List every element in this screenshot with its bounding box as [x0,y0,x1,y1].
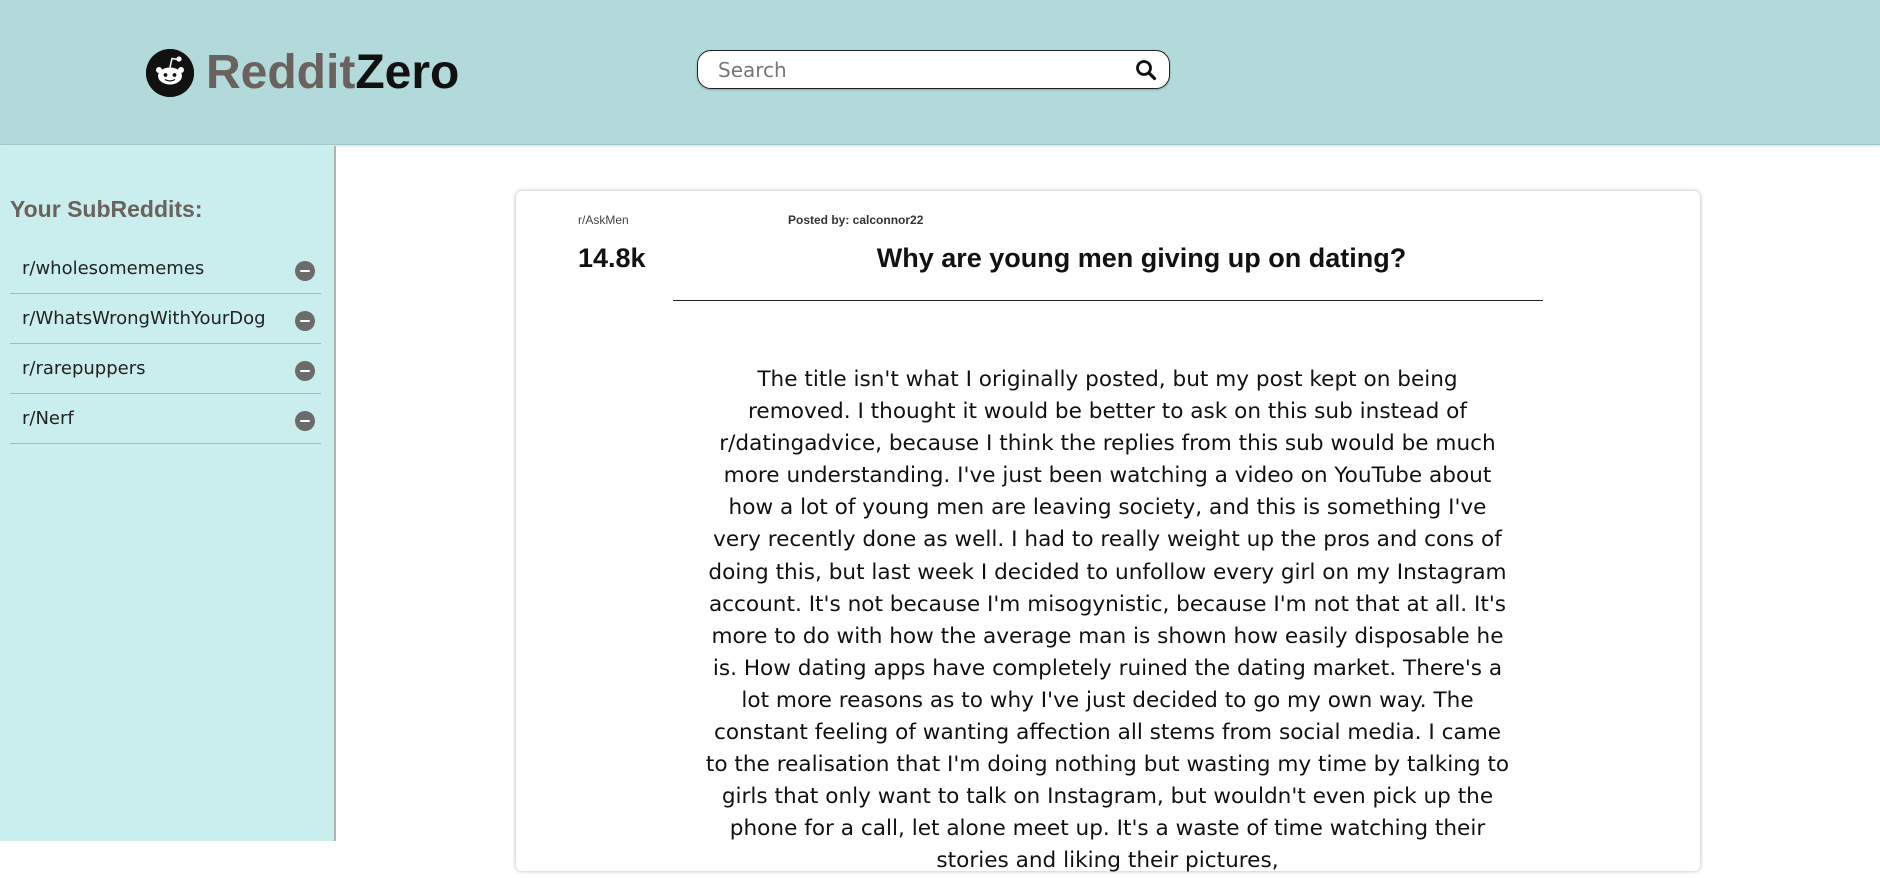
post-vote-count: 14.8k [578,243,646,273]
app-title-zero: Zero [355,46,460,99]
sidebar-item-label[interactable]: r/Nerf [22,408,74,429]
sidebar-title: Your SubReddits: [10,196,203,222]
app-header: RedditZero [0,0,1880,145]
post-divider [673,300,1543,301]
sidebar-item-label[interactable]: r/WhatsWrongWithYourDog [22,308,266,329]
app-logo[interactable]: RedditZero [146,45,459,101]
sidebar-item-rarepuppers[interactable]: r/rarepuppers [10,344,321,394]
magnifier-icon [1136,59,1157,80]
reddit-alien-icon [146,49,194,97]
post-author: Posted by: calconnor22 [788,213,924,227]
minus-circle-icon[interactable] [295,360,315,381]
search-bar [697,50,1170,89]
post-card: r/AskMen Posted by: calconnor22 14.8k Wh… [516,191,1700,873]
minus-circle-icon[interactable] [295,310,315,331]
sidebar-item-whatswrongwithyourdog[interactable]: r/WhatsWrongWithYourDog [10,294,321,344]
minus-circle-icon[interactable] [295,410,315,431]
post-title: Why are young men giving up on dating? [876,243,1407,273]
subreddit-list: r/wholesomememes r/WhatsWrongWithYourDog… [10,244,321,444]
sidebar-item-nerf[interactable]: r/Nerf [10,394,321,444]
sidebar-item-label[interactable]: r/wholesomememes [22,258,204,279]
search-button[interactable] [1133,57,1159,83]
post-subreddit[interactable]: r/AskMen [578,213,629,227]
app-title: RedditZero [206,49,459,97]
sidebar: Your SubReddits: r/wholesomememes r/What… [0,146,336,841]
sidebar-item-label[interactable]: r/rarepuppers [22,358,146,379]
minus-circle-icon[interactable] [295,260,315,281]
app-title-reddit: Reddit [206,46,356,99]
post-body: The title isn't what I originally posted… [705,367,1510,874]
search-input[interactable] [718,57,1133,82]
sidebar-item-wholesomememes[interactable]: r/wholesomememes [10,244,321,294]
